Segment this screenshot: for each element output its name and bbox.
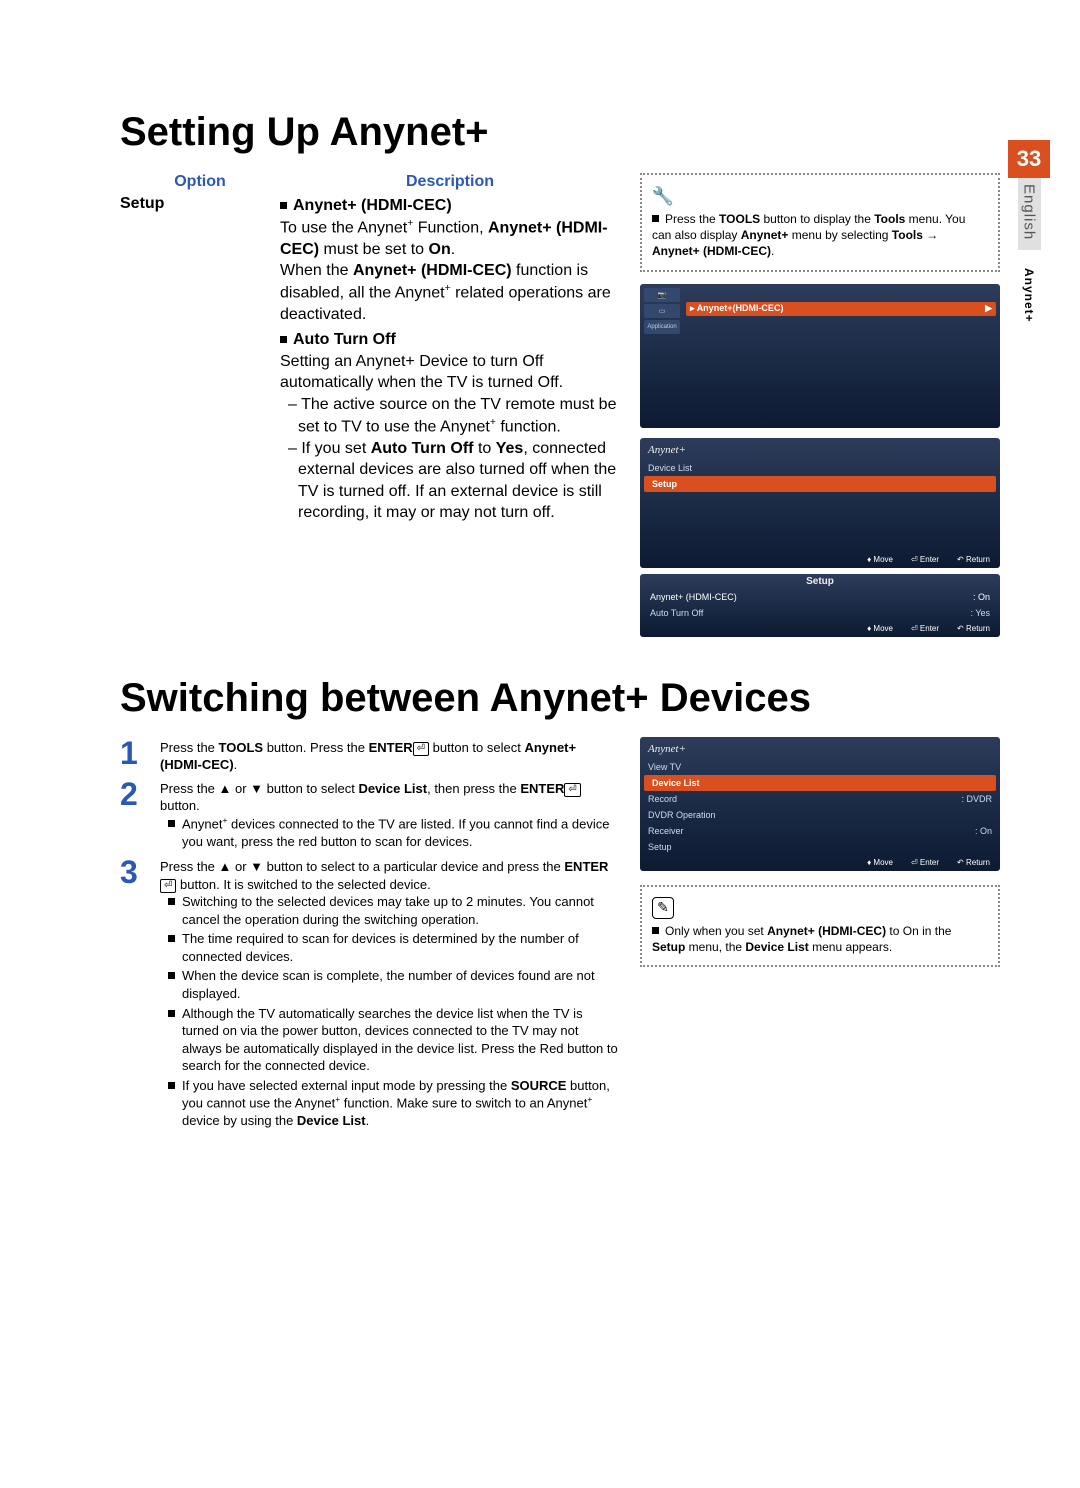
osd-setup-title: Setup [640,574,1000,589]
enter-icon: ⏎ [413,742,429,756]
step-2: 2 Press the ▲ or ▼ button to select Devi… [120,778,620,853]
osd-menu-item: Setup [640,839,1000,855]
osd-anynet-menu: Anynet+ Device List Setup ♦ Move ⏎ Enter… [640,438,1000,568]
osd-selected-row: ▸ Anynet+(HDMI-CEC)▶ [686,302,996,316]
device-list-note: ✎ Only when you set Anynet+ (HDMI-CEC) t… [640,885,1000,967]
options-table: Option Description Setup Anynet+ (HDMI-C… [120,173,620,637]
osd-menu-item: View TV [640,759,1000,775]
osd-menu-item: DVDR Operation [640,807,1000,823]
option-setup-desc: Anynet+ (HDMI-CEC) To use the Anynet+ Fu… [280,195,620,524]
osd-footer: ♦ Move ⏎ Enter ↶ Return [640,621,1000,637]
osd-title: Anynet+ [640,438,1000,460]
osd-menu-item-selected: Setup [644,476,996,492]
osd-footer: ♦ Move ⏎ Enter ↶ Return [640,855,1000,871]
step-number: 3 [120,856,150,1132]
bullet-icon [652,215,659,222]
heading-switching: Switching between Anynet+ Devices [120,677,1000,719]
osd-device-list-menu: Anynet+ View TVDevice ListRecord: DVDRDV… [640,737,1000,871]
tools-icon: 🔧 [652,185,674,207]
osd-menu-item: Record: DVDR [640,791,1000,807]
osd-title: Anynet+ [640,737,1000,759]
osd-sidebar-item: 📷 [644,288,680,302]
bullet-icon [652,927,659,934]
heading-setting-up: Setting Up Anynet+ [120,110,1000,155]
osd-menu-item: Receiver: On [640,823,1000,839]
col-header-description: Description [280,173,620,191]
osd-setup-row: Anynet+ (HDMI-CEC): On [640,589,1000,605]
osd-menu-item: Device List [640,460,1000,476]
page-content: Setting Up Anynet+ Option Description Se… [0,0,1080,1176]
note-icon: ✎ [652,897,674,919]
osd-footer: ♦ Move ⏎ Enter ↶ Return [640,552,1000,568]
bullet-icon [280,336,287,343]
osd-sidebar-item: ▭ [644,304,680,318]
osd-setup-row: Auto Turn Off: Yes [640,605,1000,621]
step-number: 2 [120,778,150,853]
enter-icon: ⏎ [160,879,176,893]
osd-sidebar-item: Application [644,320,680,334]
option-setup-label: Setup [120,195,280,524]
osd-setup-panel: Setup Anynet+ (HDMI-CEC): On Auto Turn O… [640,574,1000,637]
step-number: 1 [120,737,150,774]
step-3: 3 Press the ▲ or ▼ button to select to a… [120,856,620,1132]
step-1: 1 Press the TOOLS button. Press the ENTE… [120,737,620,774]
tools-callout: 🔧 Press the TOOLS button to display the … [640,173,1000,272]
osd-menu-item-selected: Device List [644,775,996,791]
osd-application-menu: 📷 ▭ Application ▸ Anynet+(HDMI-CEC)▶ [640,284,1000,428]
bullet-icon [280,202,287,209]
enter-icon: ⏎ [564,783,580,797]
col-header-option: Option [120,173,280,191]
